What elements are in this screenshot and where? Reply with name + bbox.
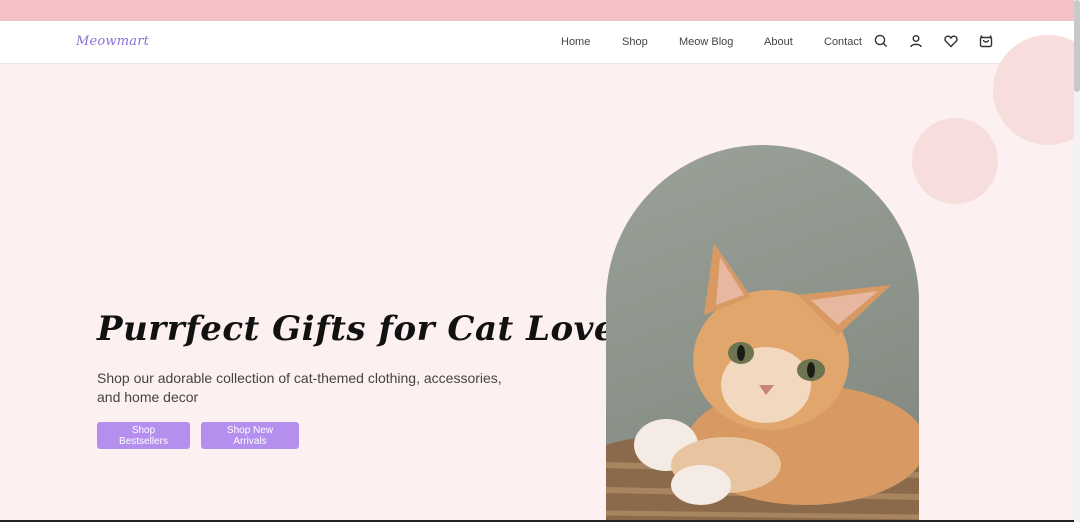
nav-link-about[interactable]: About — [764, 36, 793, 48]
heart-icon[interactable] — [943, 33, 959, 49]
shop-new-arrivals-button[interactable]: Shop New Arrivals — [201, 422, 299, 449]
nav-link-shop[interactable]: Shop — [622, 36, 648, 48]
cart-icon[interactable] — [978, 33, 994, 49]
decorative-circle-small — [912, 118, 998, 204]
navbar: Meowmart Home Shop Meow Blog About Conta… — [0, 21, 1074, 64]
shop-bestsellers-button[interactable]: Shop Bestsellers — [97, 422, 190, 449]
scrollbar-thumb[interactable] — [1074, 0, 1080, 92]
hero-title: Purrfect Gifts for Cat Lovers — [97, 309, 655, 349]
user-icon[interactable] — [908, 33, 924, 49]
brand-logo[interactable]: Meowmart — [76, 34, 149, 49]
nav-link-contact[interactable]: Contact — [824, 36, 862, 48]
hero-subtitle: Shop our adorable collection of cat-them… — [97, 370, 502, 405]
search-icon[interactable] — [873, 33, 889, 49]
top-banner — [0, 0, 1074, 21]
nav-link-meow-blog[interactable]: Meow Blog — [679, 36, 733, 48]
page-scrollbar[interactable] — [1074, 0, 1080, 522]
hero-cat-image — [606, 145, 919, 522]
nav-link-home[interactable]: Home — [561, 36, 590, 48]
